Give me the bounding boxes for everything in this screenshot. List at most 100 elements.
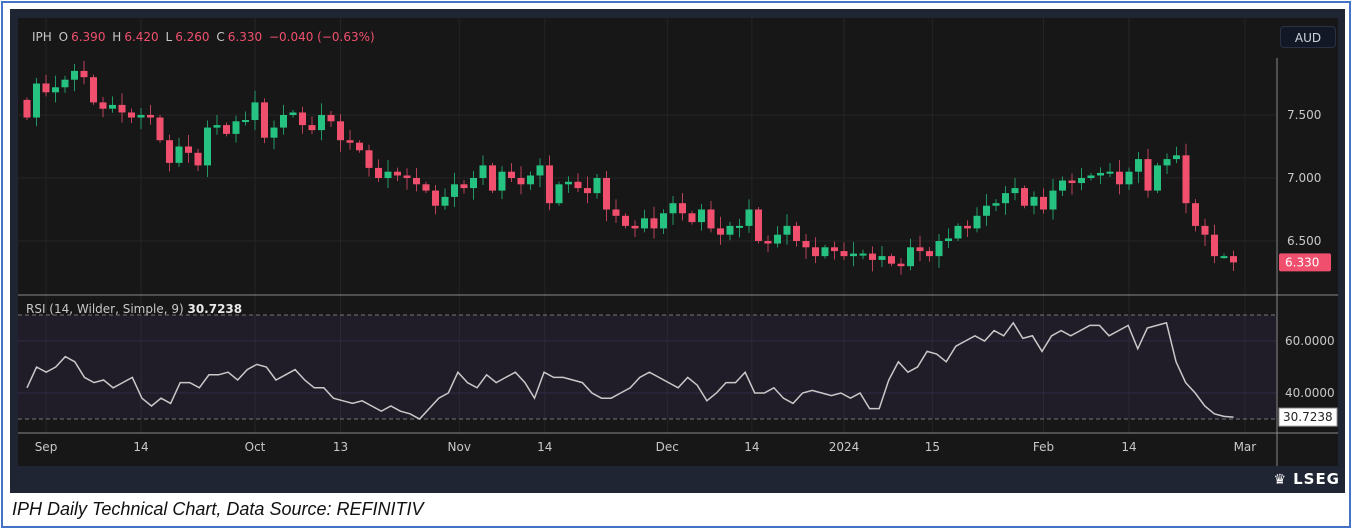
time-tick-label: 2024 xyxy=(829,440,860,454)
candle-body xyxy=(137,115,145,118)
candle-body xyxy=(1201,225,1209,235)
time-tick-label: Feb xyxy=(1033,440,1054,454)
candle-body xyxy=(498,171,506,191)
candle-body xyxy=(907,247,914,267)
candle xyxy=(793,221,800,247)
candle xyxy=(318,103,325,141)
candle xyxy=(707,200,715,233)
candle-body xyxy=(451,184,458,197)
candle-body xyxy=(251,102,259,121)
candle-body xyxy=(1135,159,1142,172)
candle xyxy=(907,238,914,271)
candle-body xyxy=(413,178,420,185)
candle xyxy=(992,199,1000,212)
candle xyxy=(1078,167,1085,191)
price-tick-label: 6.500 xyxy=(1287,234,1321,248)
candle-body xyxy=(194,152,202,166)
candle-body xyxy=(261,102,268,138)
candle xyxy=(878,246,886,267)
candle-body xyxy=(650,218,658,229)
candle-body xyxy=(565,181,572,185)
candle-body xyxy=(850,253,857,257)
candle-body xyxy=(289,112,297,115)
high-label: H xyxy=(112,30,122,44)
candle-body xyxy=(688,213,696,223)
candle xyxy=(869,246,876,272)
currency-button[interactable]: AUD xyxy=(1280,26,1336,48)
candle-body xyxy=(812,247,819,257)
candle-body xyxy=(869,253,876,260)
candle xyxy=(384,160,392,189)
candle-body xyxy=(717,228,724,235)
candle xyxy=(916,235,924,262)
time-tick-label: 14 xyxy=(133,440,148,454)
rsi-value-tag-label: 30.7238 xyxy=(1283,410,1333,424)
candle-body xyxy=(584,188,591,194)
candle xyxy=(99,96,107,118)
candle-body xyxy=(840,251,848,257)
candle xyxy=(175,137,183,167)
candle xyxy=(774,226,781,248)
candle xyxy=(850,242,857,267)
candle-body xyxy=(1106,171,1114,174)
candle-body xyxy=(1220,256,1228,259)
candle xyxy=(1021,185,1028,209)
candle-body xyxy=(489,165,496,191)
candle-body xyxy=(280,115,287,128)
candle-body xyxy=(346,140,354,143)
candle-body xyxy=(128,112,135,118)
close-label: C xyxy=(216,30,225,44)
candle xyxy=(109,96,116,113)
candle xyxy=(223,122,230,137)
candle xyxy=(33,77,40,127)
candle-body xyxy=(783,225,791,235)
candle xyxy=(128,108,135,124)
candle-body xyxy=(1078,178,1085,184)
candle xyxy=(945,228,952,249)
candle-body xyxy=(213,125,221,128)
time-tick-label: Oct xyxy=(245,440,266,454)
time-tick-label: Dec xyxy=(656,440,679,454)
candle-body xyxy=(460,184,468,189)
candle xyxy=(299,106,306,134)
candle-body xyxy=(527,175,534,185)
ohlc-legend: IPH O 6.390 H 6.420 L 6.260 C 6.330 −0.040 (… xyxy=(32,30,378,44)
candle xyxy=(460,180,468,194)
candle xyxy=(1002,186,1009,215)
candle xyxy=(1220,253,1228,259)
candle-body xyxy=(726,225,734,235)
candle xyxy=(213,115,221,135)
candle xyxy=(679,193,686,221)
rsi-tick-label: 60.0000 xyxy=(1285,334,1335,348)
candle xyxy=(859,249,867,260)
candle xyxy=(1106,163,1114,177)
change-value: −0.040 (−0.63%) xyxy=(268,30,375,44)
candle-body xyxy=(337,121,344,141)
candle xyxy=(840,242,848,261)
candle-body xyxy=(593,178,601,194)
candle-body xyxy=(983,205,990,216)
candle-body xyxy=(1049,190,1057,210)
candle-body xyxy=(470,178,477,189)
high-value: 6.420 xyxy=(124,30,159,44)
candle-body xyxy=(745,209,753,226)
candle-body xyxy=(185,146,192,153)
open-value: 6.390 xyxy=(71,30,106,44)
candle-body xyxy=(375,167,382,178)
candle xyxy=(1173,146,1180,164)
candle-body xyxy=(394,171,401,176)
time-tick-label: 14 xyxy=(537,440,552,454)
time-tick-label: 15 xyxy=(925,440,940,454)
candle-body xyxy=(878,256,886,260)
open-label: O xyxy=(58,30,69,44)
candle-body xyxy=(707,209,715,229)
candle-body xyxy=(1097,172,1104,176)
candle-body xyxy=(897,263,905,267)
candle xyxy=(489,162,496,194)
candle xyxy=(1211,224,1218,264)
candle-body xyxy=(1154,165,1161,191)
candle-body xyxy=(793,225,800,241)
time-tick-label: Sep xyxy=(35,440,58,454)
candle-body xyxy=(802,241,810,248)
candle-body xyxy=(166,140,173,163)
